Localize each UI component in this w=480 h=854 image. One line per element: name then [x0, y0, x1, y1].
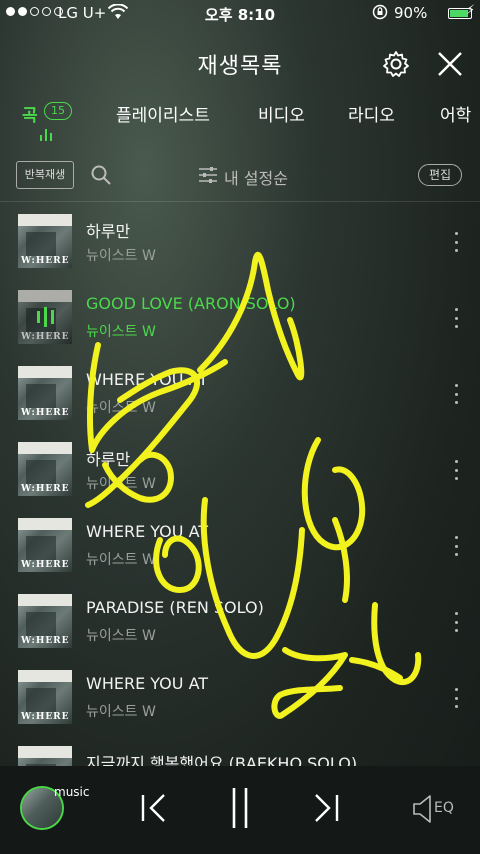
eq-label: EQ	[434, 800, 454, 816]
song-row[interactable]: W:HERE 하루만뉴이스트 W	[0, 442, 480, 518]
music-badge: music	[54, 785, 90, 799]
more-options-icon[interactable]	[453, 688, 459, 708]
album-art: W:HERE	[18, 594, 72, 648]
album-art-text: W:HERE	[21, 636, 70, 646]
album-art-text: W:HERE	[21, 408, 70, 418]
more-options-icon[interactable]	[453, 536, 459, 556]
song-title: PARADISE (REN SOLO)	[86, 598, 264, 617]
close-icon[interactable]	[436, 50, 464, 78]
song-title: WHERE YOU AT	[86, 674, 209, 693]
song-artist: 뉴이스트 W	[86, 248, 156, 264]
song-title: 하루만	[86, 450, 131, 469]
more-options-icon[interactable]	[453, 308, 459, 328]
tab-songs[interactable]: 곡	[22, 101, 38, 126]
sort-options-icon[interactable]	[198, 166, 218, 184]
album-art: W:HERE	[18, 670, 72, 724]
song-row[interactable]: W:HERE PARADISE (REN SOLO) 뉴이스트 W	[0, 594, 480, 670]
tab-videos[interactable]: 비디오	[258, 101, 305, 126]
previous-track-icon[interactable]	[140, 790, 168, 830]
song-row[interactable]: W:HERE WHERE YOU AT 뉴이스트 W	[0, 518, 480, 594]
song-row[interactable]: W:HERE GOOD LOVE (ARON SOLO) 뉴이스트 W	[0, 290, 480, 366]
song-row[interactable]: W:HERE WHERE YOU AT 뉴이스트 W	[0, 670, 480, 746]
gear-icon[interactable]	[382, 50, 410, 78]
song-title: 하루만	[86, 222, 131, 241]
more-options-icon[interactable]	[453, 460, 459, 480]
song-artist: 뉴이스트 W	[86, 400, 156, 416]
song-artist: 뉴이스트 W	[86, 628, 156, 644]
song-artist: 뉴이스트 W	[86, 704, 156, 720]
album-art-text: W:HERE	[21, 256, 70, 266]
status-bar: LG U+ 오후 8:10 90% ⚡	[0, 0, 480, 28]
eq-button[interactable]: EQ	[412, 794, 462, 824]
song-artist: 뉴이스트 W	[86, 552, 156, 568]
tab-playlists[interactable]: 플레이리스트	[116, 101, 210, 126]
song-title: WHERE YOU AT	[86, 522, 209, 541]
song-count-badge: 15	[44, 102, 72, 120]
tab-radio[interactable]: 라디오	[348, 101, 395, 126]
album-art: W:HERE	[18, 518, 72, 572]
rotation-lock-icon	[372, 4, 388, 24]
search-icon[interactable]	[90, 164, 112, 186]
album-art-text: W:HERE	[21, 484, 70, 494]
song-title: WHERE YOU AT	[86, 370, 209, 389]
album-art: W:HERE	[18, 214, 72, 268]
sort-label[interactable]: 내 설정순	[224, 165, 288, 189]
song-artist: 뉴이스트 W	[86, 324, 156, 340]
pause-icon[interactable]	[226, 786, 254, 834]
song-row[interactable]: W:HERE 하루만뉴이스트 W	[0, 214, 480, 290]
song-row[interactable]: W:HERE WHERE YOU AT 뉴이스트 W	[0, 366, 480, 442]
tab-language[interactable]: 어학	[440, 101, 471, 126]
song-title: GOOD LOVE (ARON SOLO)	[86, 294, 296, 313]
edit-button[interactable]: 편집	[418, 164, 462, 186]
repeat-button[interactable]: 반복재생	[16, 161, 74, 189]
album-art: W:HERE	[18, 366, 72, 420]
album-art: W:HERE	[18, 442, 72, 496]
album-art-text: W:HERE	[21, 712, 70, 722]
charging-icon: ⚡	[466, 3, 476, 18]
next-track-icon[interactable]	[312, 790, 340, 830]
now-playing-indicator-icon	[40, 129, 52, 141]
playing-indicator-icon	[18, 290, 72, 344]
divider	[0, 201, 480, 202]
more-options-icon[interactable]	[453, 384, 459, 404]
song-artist: 뉴이스트 W	[86, 476, 156, 492]
album-art-text: W:HERE	[21, 560, 70, 570]
more-options-icon[interactable]	[453, 612, 459, 632]
more-options-icon[interactable]	[453, 232, 459, 252]
battery-percent: 90%	[394, 4, 428, 22]
